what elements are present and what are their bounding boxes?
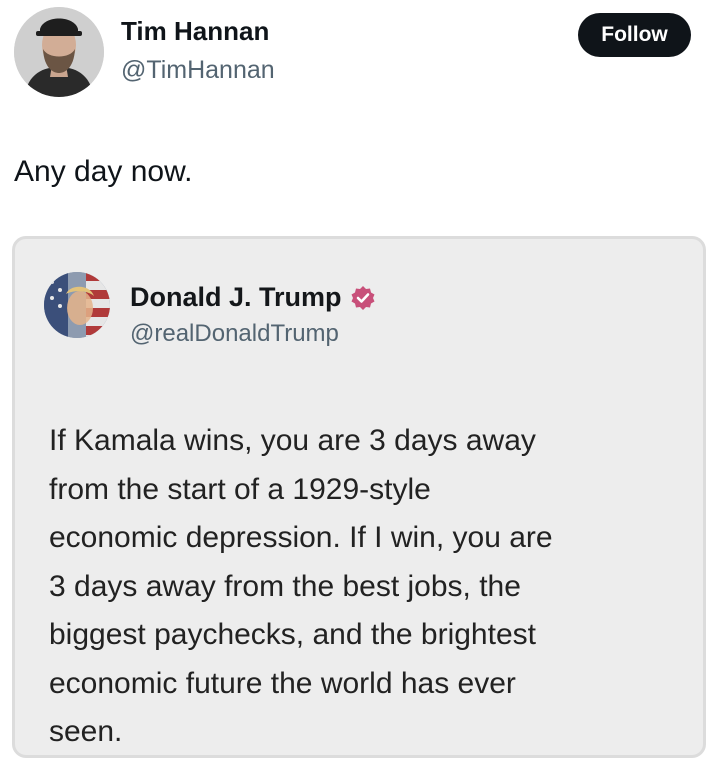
quoted-body-line: economic depression. If I win, you are xyxy=(49,521,553,554)
quoted-body-line: 3 days away from the best jobs, the xyxy=(49,569,521,603)
verified-badge-icon xyxy=(350,285,376,311)
flag-portrait-avatar-icon xyxy=(44,272,110,338)
avatar-photo-icon xyxy=(14,7,104,97)
quoted-body-line: If Kamala wins, you are 3 days away xyxy=(49,424,536,457)
quoted-body-line: economic future the world has ever xyxy=(49,666,516,700)
author-display-name[interactable]: Tim Hannan xyxy=(121,16,269,47)
quoted-body-line: seen. xyxy=(49,715,123,748)
quoted-post-card[interactable]: Donald J. Trump @realDonaldTrump If Kama… xyxy=(12,236,706,758)
quoted-author-avatar[interactable] xyxy=(44,272,110,338)
tweet-text: Any day now. xyxy=(14,155,193,188)
author-handle[interactable]: @TimHannan xyxy=(121,56,275,85)
quoted-post-body: If Kamala wins, you are 3 days away from… xyxy=(49,417,689,757)
quoted-body-line: biggest paychecks, and the brightest xyxy=(49,618,536,651)
author-avatar[interactable] xyxy=(14,7,104,97)
follow-button[interactable]: Follow xyxy=(578,13,691,57)
quoted-body-line: from the start of a 1929-style xyxy=(49,472,431,506)
quoted-author-display-name[interactable]: Donald J. Trump xyxy=(130,282,342,313)
quoted-author-handle[interactable]: @realDonaldTrump xyxy=(130,320,339,348)
quoted-author-name-row: Donald J. Trump xyxy=(130,282,376,313)
